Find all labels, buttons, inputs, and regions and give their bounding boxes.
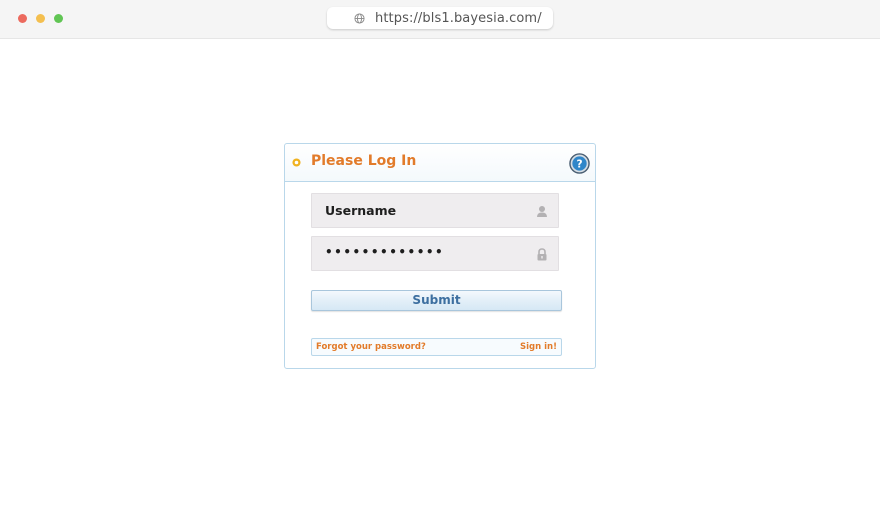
login-panel: Please Log In ? Username ••••••••••••• S… <box>284 143 596 369</box>
browser-titlebar: https://bls1.bayesia.com/ <box>0 0 880 39</box>
password-input-value: ••••••••••••• <box>325 245 445 259</box>
username-field[interactable]: Username <box>311 193 559 228</box>
help-icon[interactable]: ? <box>569 153 590 174</box>
address-bar-url: https://bls1.bayesia.com/ <box>375 10 542 26</box>
password-field[interactable]: ••••••••••••• <box>311 236 559 271</box>
minimize-window-button[interactable] <box>36 14 45 23</box>
maximize-window-button[interactable] <box>54 14 63 23</box>
login-footer-links: Forgot your password? Sign in! <box>311 338 562 356</box>
login-title: Please Log In <box>311 153 417 169</box>
svg-text:?: ? <box>576 158 582 170</box>
user-icon <box>537 206 547 217</box>
username-input-value: Username <box>325 203 397 218</box>
bullet-icon <box>292 158 301 167</box>
forgot-password-link[interactable]: Forgot your password? <box>316 342 426 352</box>
browser-window: https://bls1.bayesia.com/ Please Log In … <box>0 0 880 528</box>
login-header: Please Log In ? <box>285 144 595 182</box>
sign-in-link[interactable]: Sign in! <box>520 342 557 352</box>
address-bar[interactable]: https://bls1.bayesia.com/ <box>327 7 553 29</box>
lock-icon <box>537 248 547 261</box>
close-window-button[interactable] <box>18 14 27 23</box>
submit-button[interactable]: Submit <box>311 290 562 311</box>
globe-icon <box>354 13 365 24</box>
